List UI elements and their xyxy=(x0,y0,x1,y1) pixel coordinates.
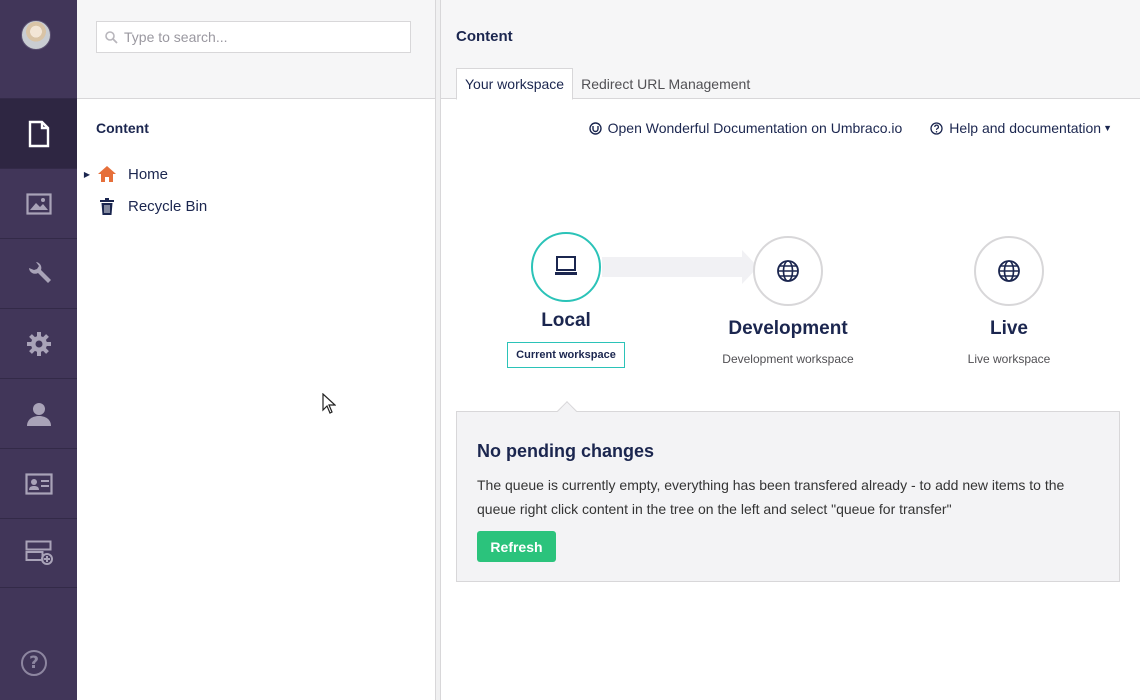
chevron-down-icon[interactable]: ▼ xyxy=(1103,123,1112,133)
workspace-development: Development Development workspace xyxy=(708,236,868,366)
workspace-name: Live xyxy=(989,318,1029,339)
tree-title: Content xyxy=(96,120,149,136)
section-developer[interactable] xyxy=(0,308,77,378)
workspace-development-circle xyxy=(753,236,823,306)
search-icon xyxy=(105,30,118,44)
section-users[interactable] xyxy=(0,378,77,448)
tab-your-workspace[interactable]: Your workspace xyxy=(456,68,574,100)
current-workspace-badge: Current workspace xyxy=(507,342,625,368)
section-content[interactable] xyxy=(0,98,77,168)
pending-title: No pending changes xyxy=(477,441,655,461)
refresh-button[interactable]: Refresh xyxy=(477,531,556,562)
trash-icon xyxy=(96,195,118,217)
help-icon[interactable]: ? xyxy=(21,650,47,676)
question-circle-icon xyxy=(930,121,943,135)
umbraco-docs-label: Open Wonderful Documentation on Umbraco.… xyxy=(607,120,903,136)
gear-icon xyxy=(26,331,51,356)
tab-bar: Your workspace Redirect URL Management xyxy=(456,68,758,100)
laptop-icon xyxy=(555,256,577,275)
workspace-local: Local Current workspace xyxy=(496,232,636,368)
home-icon xyxy=(96,163,118,185)
section-media[interactable] xyxy=(0,168,77,238)
section-members[interactable] xyxy=(0,448,77,518)
help-documentation-link[interactable]: Help and documentation ▼ xyxy=(930,120,1112,136)
tree-node-label: Recycle Bin xyxy=(128,197,208,215)
content-tree-panel: Content ▶ Home Recycle Bin xyxy=(77,0,436,700)
page-title: Content xyxy=(456,28,513,45)
mouse-cursor-icon xyxy=(322,393,336,414)
header-links: Open Wonderful Documentation on Umbraco.… xyxy=(588,120,1112,136)
tree-node-recycle-bin[interactable]: Recycle Bin xyxy=(77,193,207,219)
umbraco-docs-link[interactable]: Open Wonderful Documentation on Umbraco.… xyxy=(588,120,903,136)
workspace-live: Live Live workspace xyxy=(929,236,1089,366)
image-icon xyxy=(25,192,52,215)
section-settings[interactable] xyxy=(0,238,77,308)
tree-node-home[interactable]: ▶ Home xyxy=(77,161,168,187)
workspace-name: Local xyxy=(541,310,591,331)
document-icon xyxy=(28,120,49,147)
workspace-desc: Development workspace xyxy=(722,352,854,366)
tab-redirect-url-management[interactable]: Redirect URL Management xyxy=(573,68,758,99)
globe-icon xyxy=(998,260,1020,282)
section-deploy[interactable] xyxy=(0,518,77,588)
umbraco-icon xyxy=(588,121,602,135)
section-rail: ? xyxy=(0,0,77,700)
search-input[interactable] xyxy=(124,29,404,45)
user-icon xyxy=(26,402,51,426)
pending-message: The queue is currently empty, everything… xyxy=(477,477,1065,517)
pending-changes-panel: No pending changes The queue is currentl… xyxy=(456,401,1120,582)
globe-icon xyxy=(777,260,799,282)
workspace-local-circle xyxy=(531,232,601,302)
id-card-icon xyxy=(24,472,53,495)
search-box xyxy=(96,21,411,53)
workspace-desc: Live workspace xyxy=(967,352,1051,366)
workspace-name: Development xyxy=(728,318,848,339)
tree-search-area xyxy=(77,0,435,99)
server-add-icon xyxy=(25,540,53,565)
tree-node-label: Home xyxy=(128,165,169,183)
user-avatar[interactable] xyxy=(21,20,51,50)
expand-caret-icon[interactable]: ▶ xyxy=(77,170,96,179)
help-documentation-label: Help and documentation xyxy=(949,120,1102,136)
wrench-icon xyxy=(28,261,51,283)
workspace-live-circle xyxy=(974,236,1044,306)
main-header: Content Your workspace Redirect URL Mana… xyxy=(441,0,1140,100)
